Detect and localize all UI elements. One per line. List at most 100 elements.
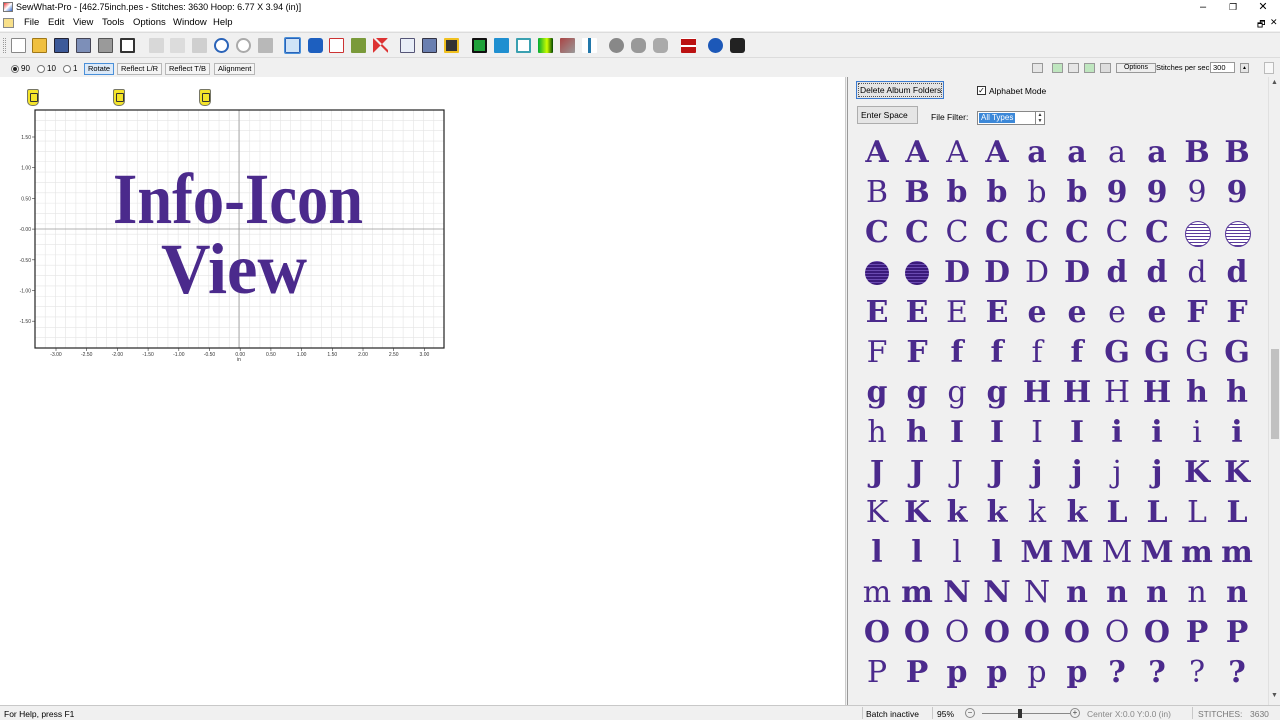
color-sort-icon[interactable]	[560, 38, 575, 53]
alphabet-glyph-item[interactable]: L	[1217, 493, 1257, 533]
alphabet-glyph-item[interactable]: k	[1057, 493, 1097, 533]
alphabet-glyph-item[interactable]: a	[1097, 133, 1137, 173]
whats-this-icon[interactable]	[730, 38, 745, 53]
alphabet-glyph-item[interactable]: P	[1217, 613, 1257, 653]
menu-window[interactable]: Window	[173, 17, 207, 28]
alphabet-glyph-item[interactable]: G	[1137, 333, 1177, 373]
zoom-out-icon[interactable]: −	[965, 708, 975, 718]
alphabet-glyph-item[interactable]: ?	[1097, 653, 1137, 693]
minimize-button[interactable]: –	[1189, 0, 1217, 16]
alphabet-glyph-item[interactable]: h	[1217, 373, 1257, 413]
copy-icon[interactable]	[170, 38, 185, 53]
print-preview-icon[interactable]	[120, 38, 135, 53]
alphabet-glyph-item[interactable]: F	[857, 333, 897, 373]
grid-color-icon[interactable]	[681, 38, 696, 53]
alphabet-glyph-item[interactable]: C	[1057, 213, 1097, 253]
save-icon[interactable]	[54, 38, 69, 53]
disk-icon[interactable]	[444, 38, 459, 53]
alphabet-glyph-item[interactable]: b	[1057, 173, 1097, 213]
doc-restore-button[interactable]: 🗗	[1257, 17, 1265, 33]
reflect-lr-button[interactable]: Reflect L/R	[117, 63, 163, 75]
alphabet-glyph-item[interactable]: i	[1137, 413, 1177, 453]
alphabet-glyph-item[interactable]: A	[897, 133, 937, 173]
alphabet-glyph-item[interactable]: b	[1017, 173, 1057, 213]
play-icon[interactable]	[1052, 63, 1063, 73]
alphabet-glyph-item[interactable]: B	[857, 173, 897, 213]
alphabet-glyph-item[interactable]: D	[977, 253, 1017, 293]
alphabet-glyph-item[interactable]: D	[937, 253, 977, 293]
alphabet-glyph-item[interactable]: ●	[857, 253, 897, 293]
alphabet-glyph-item[interactable]: n	[1137, 573, 1177, 613]
alphabet-glyph-item[interactable]: L	[1097, 493, 1137, 533]
alphabet-glyph-item[interactable]: O	[1097, 613, 1137, 653]
alphabet-glyph-item[interactable]: I	[1017, 413, 1057, 453]
bold-b-icon[interactable]	[308, 38, 323, 53]
alphabet-glyph-item[interactable]: J	[857, 453, 897, 493]
alphabet-glyph-item[interactable]: d	[1217, 253, 1257, 293]
alphabet-glyph-item[interactable]: l	[857, 533, 897, 573]
zoom-slider-thumb[interactable]	[1018, 709, 1022, 718]
alphabet-glyph-item[interactable]: A	[977, 133, 1017, 173]
alphabet-glyph-item[interactable]: N	[977, 573, 1017, 613]
alphabet-glyph-item[interactable]: m	[857, 573, 897, 613]
spinner-icon[interactable]: ▲ ▼	[1035, 112, 1044, 124]
alphabet-glyph-item[interactable]: E	[857, 293, 897, 333]
panel-scrollbar[interactable]: ▲ ▼	[1268, 77, 1280, 705]
alphabet-glyph-item[interactable]: a	[1137, 133, 1177, 173]
alphabet-glyph-item[interactable]: 9	[1177, 173, 1217, 213]
alphabet-glyph-item[interactable]: k	[977, 493, 1017, 533]
alphabet-glyph-item[interactable]: n	[1097, 573, 1137, 613]
alphabet-glyph-item[interactable]: K	[857, 493, 897, 533]
alphabet-glyph-item[interactable]: O	[1017, 613, 1057, 653]
alphabet-glyph-item[interactable]: 9	[1217, 173, 1257, 213]
menu-options[interactable]: Options	[133, 17, 166, 28]
alphabet-glyph-item[interactable]: G	[1217, 333, 1257, 373]
design-canvas[interactable]: -3.00 -2.50 -2.00 -1.50 -1.00 -0.50 0.00 0.50 1.…	[0, 77, 846, 705]
alphabet-glyph-item[interactable]: N	[1017, 573, 1057, 613]
zoom-in-icon[interactable]: +	[1070, 708, 1080, 718]
close-button[interactable]: ✕	[1249, 0, 1277, 16]
save-all-icon[interactable]	[422, 38, 437, 53]
alphabet-glyph-item[interactable]: f	[1057, 333, 1097, 373]
alphabet-glyph-item[interactable]: f	[1017, 333, 1057, 373]
alphabet-glyph-item[interactable]: H	[1017, 373, 1057, 413]
alignment-button[interactable]: Alignment	[214, 63, 256, 75]
grid-view-icon[interactable]	[284, 37, 301, 54]
alphabet-glyph-item[interactable]: ●	[897, 253, 937, 293]
zoom-slider[interactable]	[982, 713, 1070, 714]
save-as-icon[interactable]	[76, 38, 91, 53]
alphabet-glyph-item[interactable]: f	[977, 333, 1017, 373]
alphabet-glyph-item[interactable]: N	[937, 573, 977, 613]
alphabet-glyph-item[interactable]: O	[937, 613, 977, 653]
alphabet-glyph-item[interactable]: A	[857, 133, 897, 173]
alphabet-glyph-item[interactable]: K	[1177, 453, 1217, 493]
alphabet-glyph-item[interactable]: i	[1177, 413, 1217, 453]
doc-close-button[interactable]: ✕	[1270, 17, 1278, 28]
alphabet-glyph-item[interactable]: P	[1177, 613, 1217, 653]
alphabet-glyph-item[interactable]: n	[1177, 573, 1217, 613]
menu-edit[interactable]: Edit	[48, 17, 64, 28]
alphabet-glyph-item[interactable]: p	[977, 653, 1017, 693]
help-icon[interactable]	[708, 38, 723, 53]
alphabet-glyph-item[interactable]: M	[1137, 533, 1177, 573]
alphabet-glyph-item[interactable]: ?	[1177, 653, 1217, 693]
alphabet-glyph-item[interactable]: d	[1137, 253, 1177, 293]
rotate-1-radio[interactable]	[63, 65, 71, 73]
new-icon[interactable]	[11, 38, 26, 53]
alphabet-glyph-item[interactable]: D	[1017, 253, 1057, 293]
alphabet-glyph-item[interactable]: g	[897, 373, 937, 413]
alphabet-glyph-item[interactable]: J	[977, 453, 1017, 493]
alphabet-glyph-item[interactable]: ●	[1177, 213, 1217, 253]
alphabet-glyph-item[interactable]: h	[857, 413, 897, 453]
alphabet-glyph-item[interactable]: B	[1217, 133, 1257, 173]
alphabet-glyph-item[interactable]: M	[1017, 533, 1057, 573]
alphabet-glyph-item[interactable]: C	[1017, 213, 1057, 253]
alphabet-glyph-item[interactable]: f	[937, 333, 977, 373]
speed-spinner-icon[interactable]: ▲	[1240, 63, 1249, 73]
alphabet-glyph-item[interactable]: g	[977, 373, 1017, 413]
alphabet-glyph-item[interactable]: O	[857, 613, 897, 653]
menu-file[interactable]: File	[24, 17, 39, 28]
alphabet-glyph-item[interactable]: H	[1057, 373, 1097, 413]
alphabet-glyph-item[interactable]: ?	[1137, 653, 1177, 693]
alphabet-glyph-item[interactable]: h	[1177, 373, 1217, 413]
